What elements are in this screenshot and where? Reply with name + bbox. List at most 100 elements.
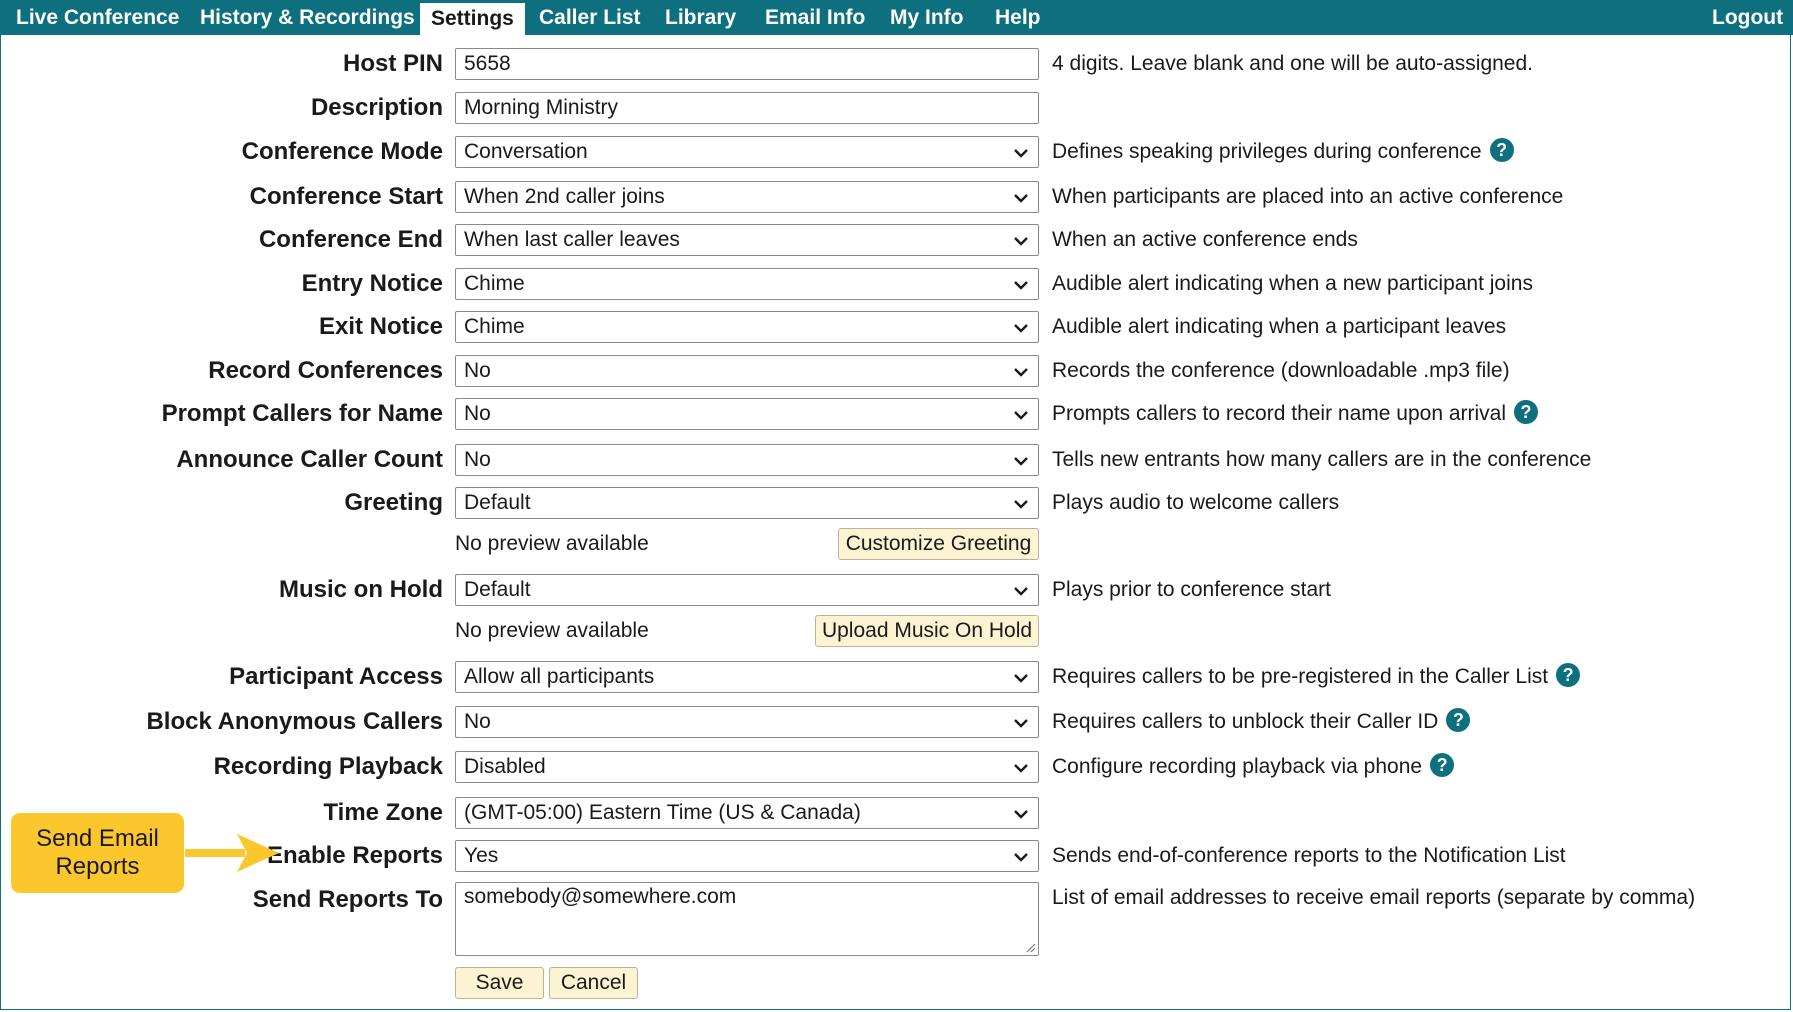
recording-playback-label: Recording Playback (213, 753, 443, 780)
enable-reports-label: Enable Reports (266, 842, 443, 869)
chevron-down-icon (1014, 281, 1028, 290)
conference-end-label: Conference End (258, 226, 443, 253)
nav-my-info[interactable]: My Info (890, 0, 964, 35)
send-reports-to-value: somebody@somewhere.com (464, 885, 737, 908)
nav-settings[interactable]: Settings (419, 2, 526, 35)
entry-notice-help: Audible alert indicating when a new part… (1052, 272, 1533, 295)
music-preview-note: No preview available (455, 619, 649, 642)
upload-music-button[interactable]: Upload Music On Hold (815, 615, 1039, 647)
customize-greeting-button[interactable]: Customize Greeting (838, 528, 1039, 560)
help-icon[interactable]: ? (1556, 663, 1581, 688)
chevron-down-icon (1014, 853, 1028, 862)
recording-playback-select[interactable]: Disabled (455, 751, 1039, 783)
enable-reports-select[interactable]: Yes (455, 840, 1039, 872)
resize-grip-icon[interactable] (1024, 941, 1036, 953)
nav-live-conference[interactable]: Live Conference (16, 0, 179, 35)
conference-end-value: When last caller leaves (464, 228, 680, 251)
nav-help[interactable]: Help (995, 0, 1041, 35)
music-on-hold-select[interactable]: Default (455, 574, 1039, 606)
time-zone-select[interactable]: (GMT-05:00) Eastern Time (US & Canada) (455, 797, 1039, 829)
description-input[interactable]: Morning Ministry (455, 92, 1039, 124)
help-icon[interactable]: ? (1446, 708, 1471, 733)
recording-playback-help: Configure recording playback via phone? (1052, 753, 1455, 779)
chevron-down-icon (1014, 719, 1028, 728)
chevron-down-icon (1014, 368, 1028, 377)
block-anonymous-select[interactable]: No (455, 706, 1039, 738)
block-anonymous-label: Block Anonymous Callers (146, 708, 443, 735)
enable-reports-help: Sends end-of-conference reports to the N… (1052, 844, 1566, 867)
time-zone-value: (GMT-05:00) Eastern Time (US & Canada) (464, 801, 861, 824)
send-reports-to-textarea[interactable]: somebody@somewhere.com (455, 882, 1039, 956)
announce-count-help: Tells new entrants how many callers are … (1052, 448, 1592, 471)
greeting-value: Default (464, 491, 531, 514)
participant-access-help-text: Requires callers to be pre-registered in… (1052, 665, 1549, 688)
help-icon[interactable]: ? (1430, 753, 1455, 778)
chevron-down-icon (1014, 457, 1028, 466)
host-pin-input[interactable]: 5658 (455, 48, 1039, 80)
chevron-down-icon (1014, 810, 1028, 819)
top-nav: Live Conference History & Recordings Set… (0, 0, 1793, 35)
recording-playback-value: Disabled (464, 755, 546, 778)
greeting-preview-note: No preview available (455, 532, 649, 555)
conference-end-select[interactable]: When last caller leaves (455, 224, 1039, 256)
conference-start-value: When 2nd caller joins (464, 185, 665, 208)
block-anonymous-help: Requires callers to unblock their Caller… (1052, 708, 1471, 734)
announce-count-select[interactable]: No (455, 444, 1039, 476)
nav-library[interactable]: Library (665, 0, 736, 35)
help-icon[interactable]: ? (1514, 400, 1539, 425)
cancel-button[interactable]: Cancel (549, 967, 638, 999)
record-conferences-label: Record Conferences (208, 357, 443, 384)
chevron-down-icon (1014, 587, 1028, 596)
music-on-hold-help: Plays prior to conference start (1052, 578, 1331, 601)
prompt-callers-label: Prompt Callers for Name (161, 400, 443, 427)
nav-history-recordings[interactable]: History & Recordings (200, 0, 415, 35)
chevron-down-icon (1014, 764, 1028, 773)
announce-count-value: No (464, 448, 491, 471)
participant-access-label: Participant Access (229, 663, 443, 690)
announce-count-label: Announce Caller Count (176, 446, 443, 473)
callout-arrow-icon (185, 834, 279, 872)
chevron-down-icon (1014, 324, 1028, 333)
participant-access-value: Allow all participants (464, 665, 655, 688)
chevron-down-icon (1014, 500, 1028, 509)
conference-mode-select[interactable]: Conversation (455, 136, 1039, 168)
send-reports-to-label: Send Reports To (252, 886, 443, 913)
exit-notice-label: Exit Notice (318, 313, 443, 340)
prompt-callers-help: Prompts callers to record their name upo… (1052, 400, 1539, 426)
recording-playback-help-text: Configure recording playback via phone (1052, 755, 1423, 778)
nav-caller-list[interactable]: Caller List (539, 0, 641, 35)
host-pin-label: Host PIN (342, 50, 443, 77)
send-reports-to-help: List of email addresses to receive email… (1052, 886, 1696, 909)
exit-notice-help: Audible alert indicating when a particip… (1052, 315, 1507, 338)
conference-start-select[interactable]: When 2nd caller joins (455, 181, 1039, 213)
send-email-reports-callout: Send Email Reports (11, 813, 184, 893)
logout-link[interactable]: Logout (1712, 0, 1783, 35)
chevron-down-icon (1014, 411, 1028, 420)
prompt-callers-select[interactable]: No (455, 398, 1039, 430)
help-icon[interactable]: ? (1489, 138, 1514, 163)
participant-access-select[interactable]: Allow all participants (455, 661, 1039, 693)
prompt-callers-help-text: Prompts callers to record their name upo… (1052, 402, 1507, 425)
chevron-down-icon (1014, 194, 1028, 203)
exit-notice-value: Chime (464, 315, 525, 338)
nav-email-info[interactable]: Email Info (765, 0, 865, 35)
block-anonymous-help-text: Requires callers to unblock their Caller… (1052, 710, 1439, 733)
save-button[interactable]: Save (455, 967, 544, 999)
record-conferences-value: No (464, 359, 491, 382)
exit-notice-select[interactable]: Chime (455, 311, 1039, 343)
entry-notice-select[interactable]: Chime (455, 268, 1039, 300)
greeting-help: Plays audio to welcome callers (1052, 491, 1340, 514)
conference-mode-value: Conversation (464, 140, 588, 163)
greeting-select[interactable]: Default (455, 487, 1039, 519)
conference-end-help: When an active conference ends (1052, 228, 1358, 251)
callout-line-1: Send Email (36, 825, 159, 852)
block-anonymous-value: No (464, 710, 491, 733)
participant-access-help: Requires callers to be pre-registered in… (1052, 663, 1581, 689)
music-on-hold-label: Music on Hold (279, 576, 443, 603)
conference-mode-label: Conference Mode (241, 138, 443, 165)
conference-start-help: When participants are placed into an act… (1052, 185, 1564, 208)
enable-reports-value: Yes (464, 844, 499, 867)
record-conferences-select[interactable]: No (455, 355, 1039, 387)
host-pin-help: 4 digits. Leave blank and one will be au… (1052, 52, 1533, 75)
music-on-hold-value: Default (464, 578, 531, 601)
